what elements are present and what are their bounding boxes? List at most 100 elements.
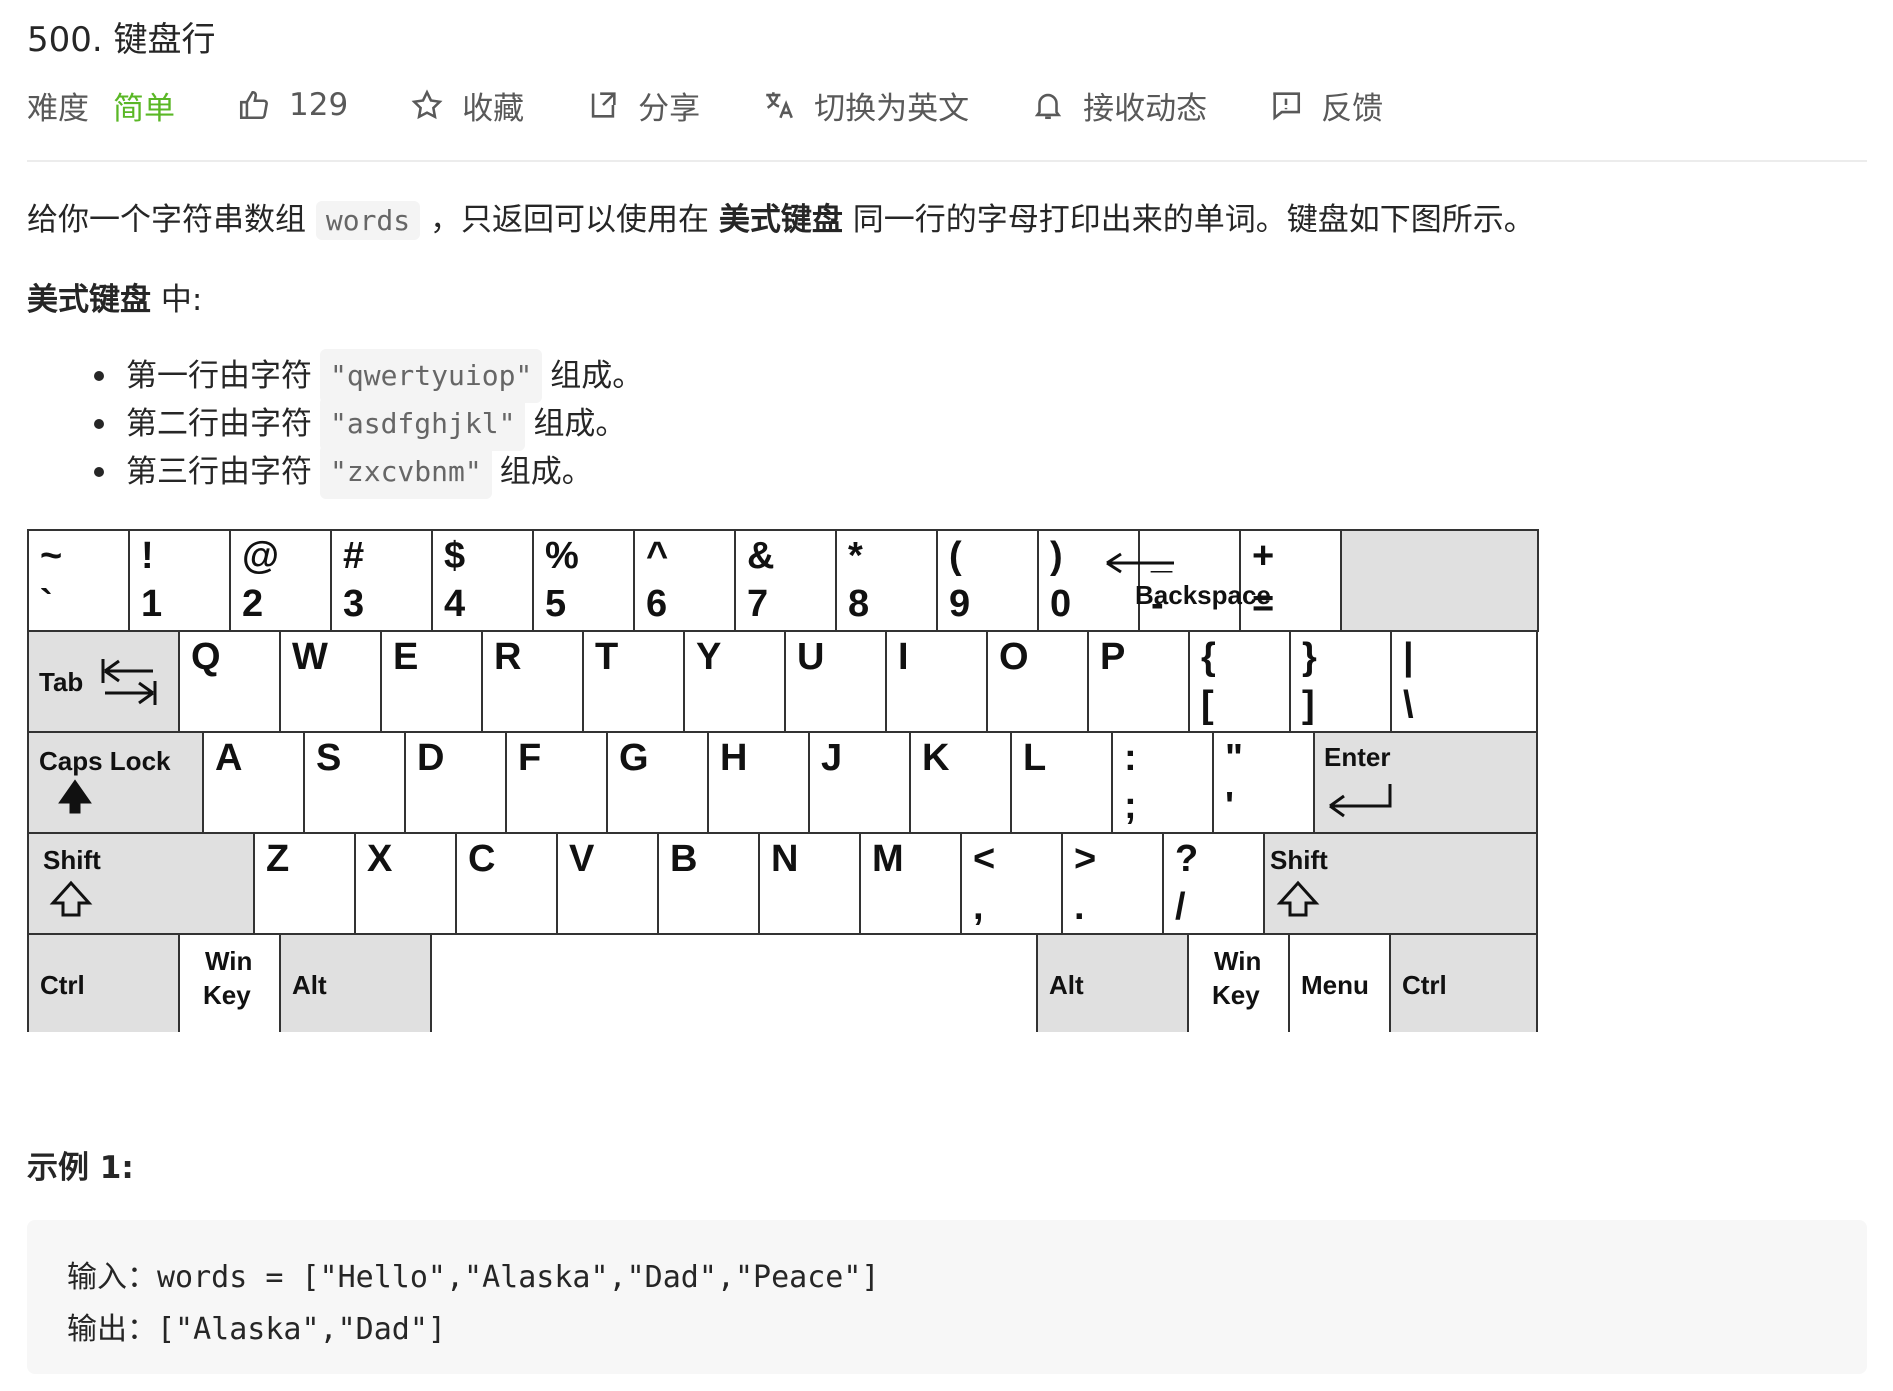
share-label: 分享 [638,90,701,127]
key-win-right-label-top: Win [1214,946,1261,976]
row-prefix: 第三行由字符 [126,454,312,490]
key-row1-4-top-label: $ [444,535,465,577]
bell-icon [1034,93,1062,120]
key-row1-5-top-label: % [545,535,579,577]
inline-code: "qwertyuiop" [320,349,543,403]
key-space [430,933,1038,1032]
key-bracket-right-bottom-label: ] [1302,684,1315,726]
key-m-label: M [872,838,904,880]
keyboard-rows-list: 第一行由字符 "qwertyuiop" 组成。 第二行由字符 "asdfghjkl" 组… [94,349,644,499]
key-semicolon-bottom-label: ; [1124,785,1137,827]
key-ctrl-left-label: Ctrl [40,970,85,1000]
list-item: 第二行由字符 "asdfghjkl" 组成。 [94,397,643,451]
key-bracket-right-top-label: } [1302,636,1317,678]
desc-text: 同一行的字母打印出来的单词。键盘如下图所示。 [852,202,1535,238]
key-e-label: E [393,636,418,678]
star-icon [411,89,443,120]
example-code-block: 输入：words = ["Hello","Alaska","Dad","Peac… [27,1220,1867,1374]
key-d-label: D [417,737,444,779]
key-win-left-label-top: Win [205,946,252,976]
inline-code: "zxcvbnm" [320,445,492,499]
key-row1-0-bottom-label: ` [40,583,53,625]
key-shift-left-label: Shift [43,845,101,875]
example-title: 示例 1: [27,1150,134,1186]
key-row1-1-bottom-label: 1 [141,583,162,625]
key-row1-0-top-label: ~ [40,535,62,577]
key-caps-label: Caps Lock [39,746,171,776]
difficulty-label: 难度 [27,90,89,127]
keyboard-heading: 美式键盘 中: [27,276,202,324]
key-w-label: W [292,636,328,678]
key-p-label: P [1100,636,1125,678]
row-suffix: 组成。 [499,454,593,490]
key-row1-12-top-label: + [1252,535,1274,577]
key-row1-8-top-label: * [848,535,863,577]
key-backspace-label: Backspace [1135,580,1271,610]
key-row1-5-bottom-label: 5 [545,583,566,625]
feedback-icon [1273,92,1301,121]
inline-code: words [315,201,421,240]
favorite-button[interactable]: 收藏 [410,83,524,128]
translate-icon [766,92,794,119]
page-title: 500. 键盘行 [27,20,216,60]
key-row1-2-bottom-label: 2 [242,583,263,625]
subscribe-label: 接收动态 [1083,90,1208,127]
desc-bold: 美式键盘 [27,282,151,318]
key-comma-bottom-label: , [973,886,984,928]
key-l-label: L [1023,737,1046,779]
key-row1-1-top-label: ! [141,535,154,577]
favorite-label: 收藏 [462,90,525,127]
desc-text: 中: [160,282,203,318]
desc-text: 给你一个字符串数组 [27,202,306,238]
key-backspace [1340,529,1539,632]
key-backslash-top-label: | [1403,636,1414,678]
key-shift-right-label: Shift [1270,845,1328,875]
key-x-label: X [367,838,393,880]
key-win-left-label-bottom: Key [203,980,251,1010]
description-paragraph: 给你一个字符串数组 words ，只返回可以使用在 美式键盘 同一行的字母打印出… [27,196,1535,245]
problem-meta-bar: 难度 简单 129 收藏 分享 切换为英文 接收动态 反馈 [27,82,1445,128]
row-suffix: 组成。 [550,358,644,394]
like-count: 129 [289,87,349,123]
feedback-button[interactable]: 反馈 [1269,83,1383,128]
key-u-label: U [797,636,824,678]
key-row1-2-top-label: @ [242,535,279,577]
like-button[interactable]: 129 [237,87,348,123]
example-output: 输出：["Alaska","Dad"] [67,1312,446,1347]
key-row1-3-top-label: # [343,535,364,577]
key-n-label: N [771,838,798,880]
key-enter-label: Enter [1324,742,1390,772]
key-i-label: I [898,636,909,678]
row-suffix: 组成。 [533,406,627,442]
key-slash-bottom-label: / [1175,886,1186,928]
key-quote-top-label: " [1225,737,1243,779]
row-prefix: 第一行由字符 [126,358,312,394]
key-v-label: V [569,838,595,880]
key-row1-11-top-label: _ [1150,535,1173,577]
key-k-label: K [922,737,950,779]
key-win-right-label-bottom: Key [1212,980,1260,1010]
key-row1-3-bottom-label: 3 [343,583,364,625]
key-period-bottom-label: . [1074,886,1085,928]
divider [27,160,1867,162]
key-row1-4-bottom-label: 4 [444,583,465,625]
key-g-label: G [619,737,649,779]
switch-language-button[interactable]: 切换为英文 [762,83,969,128]
key-semicolon-top-label: : [1124,737,1137,779]
key-quote-bottom-label: ' [1225,785,1234,827]
key-alt-left-label: Alt [292,970,327,1000]
feedback-label: 反馈 [1321,90,1384,127]
key-row1-8-bottom-label: 8 [848,583,869,625]
key-row1-7-top-label: & [747,535,774,577]
key-backslash-bottom-label: \ [1403,684,1414,726]
key-o-label: O [999,636,1029,678]
key-row1-7-bottom-label: 7 [747,583,768,625]
subscribe-button[interactable]: 接收动态 [1031,83,1207,128]
key-row1-10-bottom-label: 0 [1050,583,1071,625]
keyboard-diagram: ~`!1@2#3$4%5^6&7*8(9)0_-+=BackspaceTabQ W… [27,529,1539,1032]
key-f-label: F [518,737,541,779]
key-s-label: S [316,737,341,779]
share-button[interactable]: 分享 [586,83,700,128]
key-b-label: B [670,838,697,880]
key-row1-9-top-label: ( [949,535,962,577]
